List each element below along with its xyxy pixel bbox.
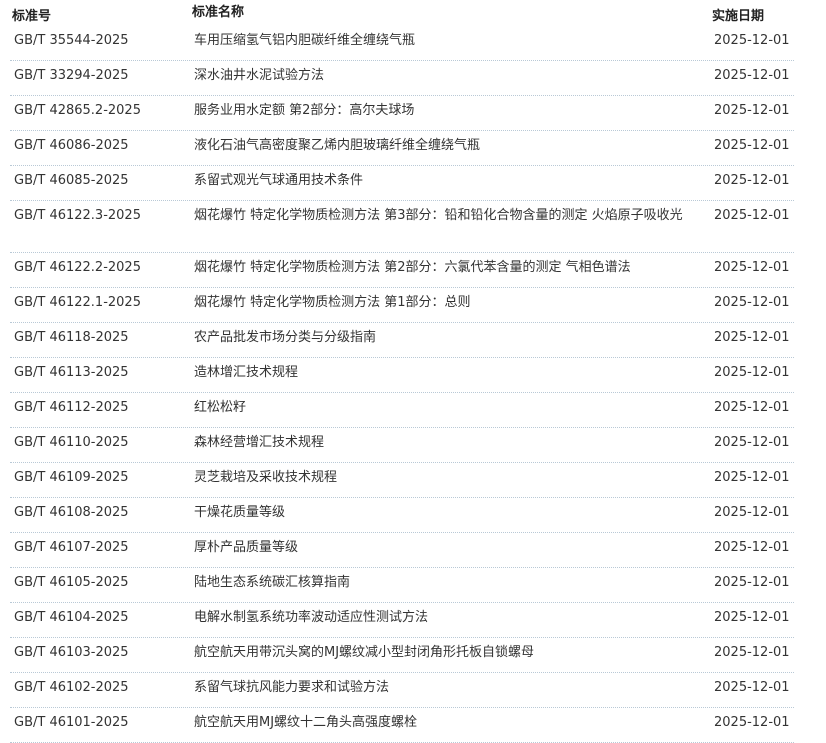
table-row: GB/T 42865.2-2025 服务业用水定额 第2部分：高尔夫球场 2025-…	[0, 96, 826, 131]
standard-code: GB/T 46104-2025	[14, 610, 129, 625]
standard-name-link[interactable]: 烟花爆竹 特定化学物质检测方法 第1部分：总则	[194, 290, 714, 316]
implementation-date: 2025-12-01	[714, 505, 790, 520]
standard-code: GB/T 46107-2025	[14, 540, 129, 555]
table-row: GB/T 46086-2025 液化石油气高密度聚乙烯内胆玻璃纤维全缠绕气瓶 202…	[0, 131, 826, 166]
implementation-date: 2025-12-01	[714, 260, 790, 275]
table-row: GB/T 46105-2025 陆地生态系统碳汇核算指南 2025-12-01	[0, 568, 826, 603]
implementation-date: 2025-12-01	[714, 680, 790, 695]
standard-name-link[interactable]: 服务业用水定额 第2部分：高尔夫球场	[194, 98, 714, 124]
standard-code: GB/T 46085-2025	[14, 173, 129, 188]
table-header: 标准号 标准名称 实施日期	[0, 0, 826, 26]
standard-name-link[interactable]: 烟花爆竹 特定化学物质检测方法 第3部分：铅和铅化合物含量的测定 火焰原子吸收光	[194, 203, 714, 229]
standard-code: GB/T 46122.2-2025	[14, 260, 141, 275]
standard-code: GB/T 33294-2025	[14, 68, 129, 83]
standard-name-link[interactable]: 烟花爆竹 特定化学物质检测方法 第2部分：六氯代苯含量的测定 气相色谱法	[194, 255, 714, 281]
standard-name-link[interactable]: 陆地生态系统碳汇核算指南	[194, 570, 714, 596]
standard-code: GB/T 46110-2025	[14, 435, 129, 450]
standard-code: GB/T 46108-2025	[14, 505, 129, 520]
header-name: 标准名称	[192, 5, 245, 20]
table-row: GB/T 46103-2025 航空航天用带沉头窝的MJ螺纹减小型封闭角形托板自锁…	[0, 638, 826, 673]
standard-name-link[interactable]: 造林增汇技术规程	[194, 360, 714, 386]
standard-code: GB/T 46103-2025	[14, 645, 129, 660]
implementation-date: 2025-12-01	[714, 400, 790, 415]
implementation-date: 2025-12-01	[714, 33, 790, 48]
implementation-date: 2025-12-01	[714, 435, 790, 450]
implementation-date: 2025-12-01	[714, 208, 790, 223]
implementation-date: 2025-12-01	[714, 365, 790, 380]
implementation-date: 2025-12-01	[714, 610, 790, 625]
standard-name-link[interactable]: 干燥花质量等级	[194, 500, 714, 526]
table-row: GB/T 46104-2025 电解水制氢系统功率波动适应性测试方法 2025-12…	[0, 603, 826, 638]
header-code: 标准号	[12, 9, 52, 24]
table-row: GB/T 46110-2025 森林经营增汇技术规程 2025-12-01	[0, 428, 826, 463]
implementation-date: 2025-12-01	[714, 540, 790, 555]
standard-code: GB/T 46118-2025	[14, 330, 129, 345]
header-date: 实施日期	[712, 9, 765, 24]
standard-code: GB/T 46122.3-2025	[14, 208, 141, 223]
implementation-date: 2025-12-01	[714, 470, 790, 485]
standard-code: GB/T 46102-2025	[14, 680, 129, 695]
table-row: GB/T 46122.2-2025 烟花爆竹 特定化学物质检测方法 第2部分：六氯…	[0, 253, 826, 288]
standard-name-link[interactable]: 深水油井水泥试验方法	[194, 63, 714, 89]
table-row: GB/T 46107-2025 厚朴产品质量等级 2025-12-01	[0, 533, 826, 568]
standard-code: GB/T 46101-2025	[14, 715, 129, 730]
table-row: GB/T 46109-2025 灵芝栽培及采收技术规程 2025-12-01	[0, 463, 826, 498]
standard-code: GB/T 46122.1-2025	[14, 295, 141, 310]
standard-name-link[interactable]: 航空航天用MJ螺纹十二角头高强度螺栓	[194, 710, 714, 736]
implementation-date: 2025-12-01	[714, 295, 790, 310]
standard-name-link[interactable]: 厚朴产品质量等级	[194, 535, 714, 561]
table-row: GB/T 33294-2025 深水油井水泥试验方法 2025-12-01	[0, 61, 826, 96]
table-row: GB/T 46122.3-2025 烟花爆竹 特定化学物质检测方法 第3部分：铅和…	[0, 201, 826, 253]
standards-table: 标准号 标准名称 实施日期 GB/T 35544-2025 车用压缩氢气铝内胆碳纤…	[0, 0, 826, 743]
standard-code: GB/T 46113-2025	[14, 365, 129, 380]
table-row: GB/T 46101-2025 航空航天用MJ螺纹十二角头高强度螺栓 2025-12…	[0, 708, 826, 743]
standard-code: GB/T 46086-2025	[14, 138, 129, 153]
standard-name-link[interactable]: 系留气球抗风能力要求和试验方法	[194, 675, 714, 701]
implementation-date: 2025-12-01	[714, 715, 790, 730]
standard-name-link[interactable]: 灵芝栽培及采收技术规程	[194, 465, 714, 491]
table-row: GB/T 46108-2025 干燥花质量等级 2025-12-01	[0, 498, 826, 533]
standard-code: GB/T 35544-2025	[14, 33, 129, 48]
standard-code: GB/T 46109-2025	[14, 470, 129, 485]
standard-name-link[interactable]: 系留式观光气球通用技术条件	[194, 168, 714, 194]
standard-name-link[interactable]: 车用压缩氢气铝内胆碳纤维全缠绕气瓶	[194, 28, 714, 54]
implementation-date: 2025-12-01	[714, 173, 790, 188]
standard-name-link[interactable]: 航空航天用带沉头窝的MJ螺纹减小型封闭角形托板自锁螺母	[194, 640, 714, 666]
implementation-date: 2025-12-01	[714, 103, 790, 118]
table-row: GB/T 46112-2025 红松松籽 2025-12-01	[0, 393, 826, 428]
standard-name-link[interactable]: 农产品批发市场分类与分级指南	[194, 325, 714, 351]
table-row: GB/T 46122.1-2025 烟花爆竹 特定化学物质检测方法 第1部分：总则…	[0, 288, 826, 323]
table-row: GB/T 46113-2025 造林增汇技术规程 2025-12-01	[0, 358, 826, 393]
table-row: GB/T 46102-2025 系留气球抗风能力要求和试验方法 2025-12-01	[0, 673, 826, 708]
standard-name-link[interactable]: 电解水制氢系统功率波动适应性测试方法	[194, 605, 714, 631]
implementation-date: 2025-12-01	[714, 645, 790, 660]
implementation-date: 2025-12-01	[714, 330, 790, 345]
standard-name-link[interactable]: 红松松籽	[194, 395, 714, 421]
standard-name-link[interactable]: 液化石油气高密度聚乙烯内胆玻璃纤维全缠绕气瓶	[194, 133, 714, 159]
table-row: GB/T 46085-2025 系留式观光气球通用技术条件 2025-12-01	[0, 166, 826, 201]
table-row: GB/T 46118-2025 农产品批发市场分类与分级指南 2025-12-01	[0, 323, 826, 358]
implementation-date: 2025-12-01	[714, 68, 790, 83]
table-row: GB/T 35544-2025 车用压缩氢气铝内胆碳纤维全缠绕气瓶 2025-12-…	[0, 26, 826, 61]
implementation-date: 2025-12-01	[714, 138, 790, 153]
standard-code: GB/T 42865.2-2025	[14, 103, 141, 118]
standard-name-link[interactable]: 森林经营增汇技术规程	[194, 430, 714, 456]
standard-code: GB/T 46112-2025	[14, 400, 129, 415]
implementation-date: 2025-12-01	[714, 575, 790, 590]
standard-code: GB/T 46105-2025	[14, 575, 129, 590]
